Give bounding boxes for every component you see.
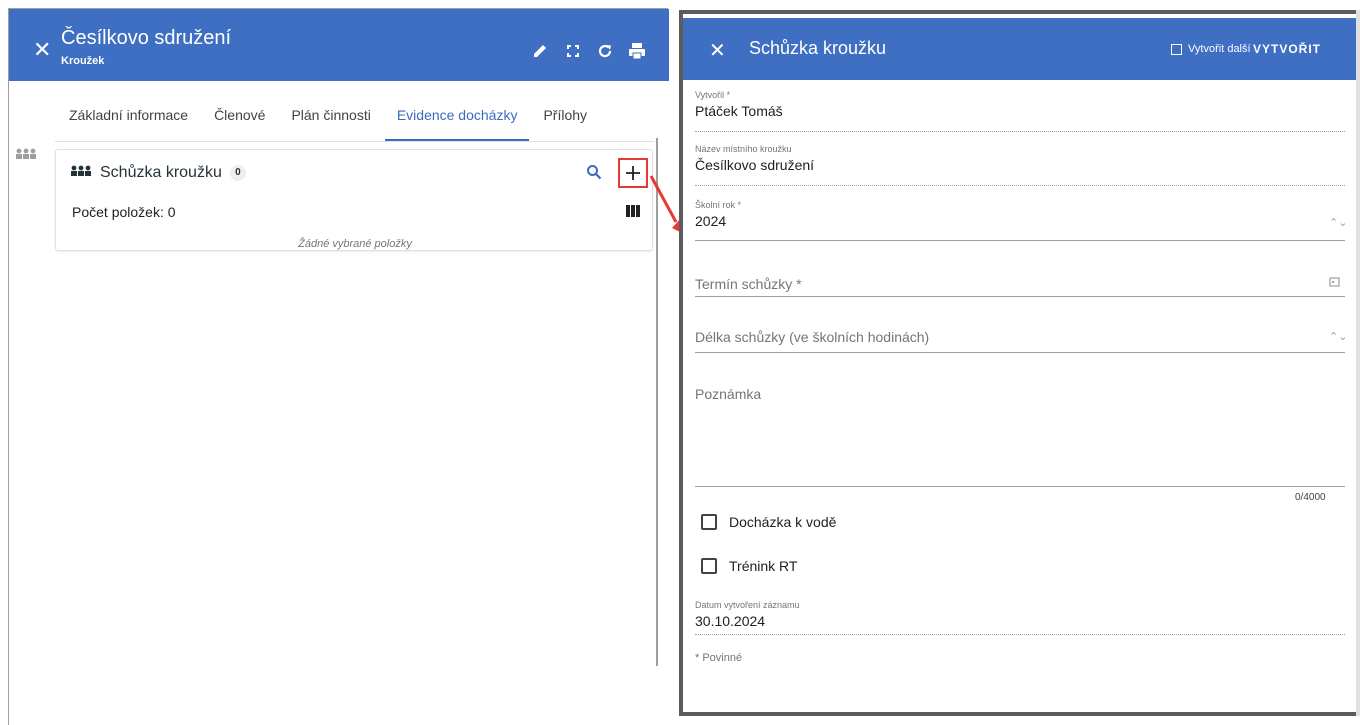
note-textarea[interactable]: Poznámka <box>695 386 761 402</box>
created-date-field: Datum vytvoření záznamu 30.10.2024 <box>695 600 1345 629</box>
checkbox-icon[interactable] <box>1171 43 1182 55</box>
created-by-value: Ptáček Tomáš <box>695 103 783 119</box>
columns-icon[interactable] <box>626 204 640 222</box>
divider <box>695 634 1345 635</box>
meetings-card: Schůzka kroužku 0 Počet položek: 0 Žádné… <box>55 149 653 251</box>
count-badge: 0 <box>229 165 246 181</box>
edit-icon[interactable] <box>530 41 550 61</box>
field-underline <box>695 352 1345 353</box>
water-attendance-checkbox[interactable]: Docházka k vodě <box>701 514 836 530</box>
spinner-icon[interactable]: ⌃⌄ <box>1329 330 1347 343</box>
group-icon <box>70 164 92 182</box>
training-rt-checkbox[interactable]: Trénink RT <box>701 558 797 574</box>
create-another-label: Vytvořit další <box>1188 43 1251 55</box>
print-icon[interactable] <box>627 41 647 61</box>
create-button[interactable]: VYTVOŘIT <box>1253 42 1321 56</box>
checkbox-icon[interactable] <box>701 558 717 574</box>
club-name-field: Název místního kroužku Česílkovo sdružen… <box>695 144 1345 173</box>
left-header: ✕ Česílkovo sdružení Kroužek <box>9 9 669 81</box>
item-count: Počet položek: 0 <box>72 204 176 220</box>
dialog-header: ✕ Schůzka kroužku Vytvořit další VYTVOŘI… <box>683 18 1360 80</box>
expand-icon[interactable] <box>563 41 583 61</box>
dialog-title: Schůzka kroužku <box>749 38 887 58</box>
required-note: * Povinné <box>695 652 743 664</box>
group-icon[interactable] <box>15 147 37 165</box>
tab-attendance[interactable]: Evidence docházky <box>384 101 530 141</box>
card-title-text: Schůzka kroužku <box>100 164 222 181</box>
field-underline <box>695 240 1345 241</box>
calendar-icon[interactable] <box>1329 276 1340 290</box>
meeting-length-input[interactable]: Délka schůzky (ve školních hodinách) <box>695 329 929 345</box>
field-underline <box>695 486 1345 487</box>
school-year-label: Školní rok * <box>695 200 742 210</box>
background-edge <box>1356 10 1360 716</box>
field-underline <box>695 296 1345 297</box>
created-date-value: 30.10.2024 <box>695 613 766 629</box>
school-year-value[interactable]: 2024 <box>695 213 1345 229</box>
divider <box>695 185 1345 186</box>
character-counter: 0/4000 <box>1295 492 1326 503</box>
page-title: Česílkovo sdružení <box>61 27 232 49</box>
add-button[interactable] <box>618 158 648 188</box>
search-icon[interactable] <box>586 164 602 185</box>
meeting-date-input[interactable]: Termín schůzky * <box>695 276 802 292</box>
refresh-icon[interactable] <box>595 41 615 61</box>
card-title: Schůzka kroužku 0 <box>70 164 246 182</box>
create-another-checkbox[interactable]: Vytvořit další <box>1171 43 1251 55</box>
water-attendance-label: Docházka k vodě <box>729 514 837 530</box>
checkbox-icon[interactable] <box>701 514 717 530</box>
training-rt-label: Trénink RT <box>729 558 798 574</box>
tab-attachments[interactable]: Přílohy <box>543 101 587 141</box>
tabs-divider <box>55 141 655 142</box>
school-year-field[interactable]: Školní rok * 2024 <box>695 200 1345 229</box>
created-date-label: Datum vytvoření záznamu <box>695 600 800 610</box>
club-name-value: Česílkovo sdružení <box>695 157 815 173</box>
tab-bar: Základní informace Členové Plán činnosti… <box>69 101 587 141</box>
close-icon[interactable]: ✕ <box>33 39 51 61</box>
club-name-label: Název místního kroužku <box>695 144 792 154</box>
tab-members[interactable]: Členové <box>214 101 265 141</box>
left-panel: ✕ Česílkovo sdružení Kroužek Základní in… <box>8 8 669 725</box>
create-dialog: ✕ Schůzka kroužku Vytvořit další VYTVOŘI… <box>679 10 1360 716</box>
close-icon[interactable]: ✕ <box>709 38 726 63</box>
created-by-label: Vytvořil * <box>695 90 731 100</box>
page-subtitle: Kroužek <box>61 55 105 67</box>
spinner-icon[interactable]: ⌃⌄ <box>1329 216 1347 229</box>
tab-activity-plan[interactable]: Plán činnosti <box>291 101 370 141</box>
empty-state-text: Žádné vybrané položky <box>298 238 412 250</box>
scrollbar[interactable] <box>656 138 658 666</box>
divider <box>695 131 1345 132</box>
tab-basic-info[interactable]: Základní informace <box>69 101 188 141</box>
created-by-field: Vytvořil * Ptáček Tomáš <box>695 90 1345 119</box>
